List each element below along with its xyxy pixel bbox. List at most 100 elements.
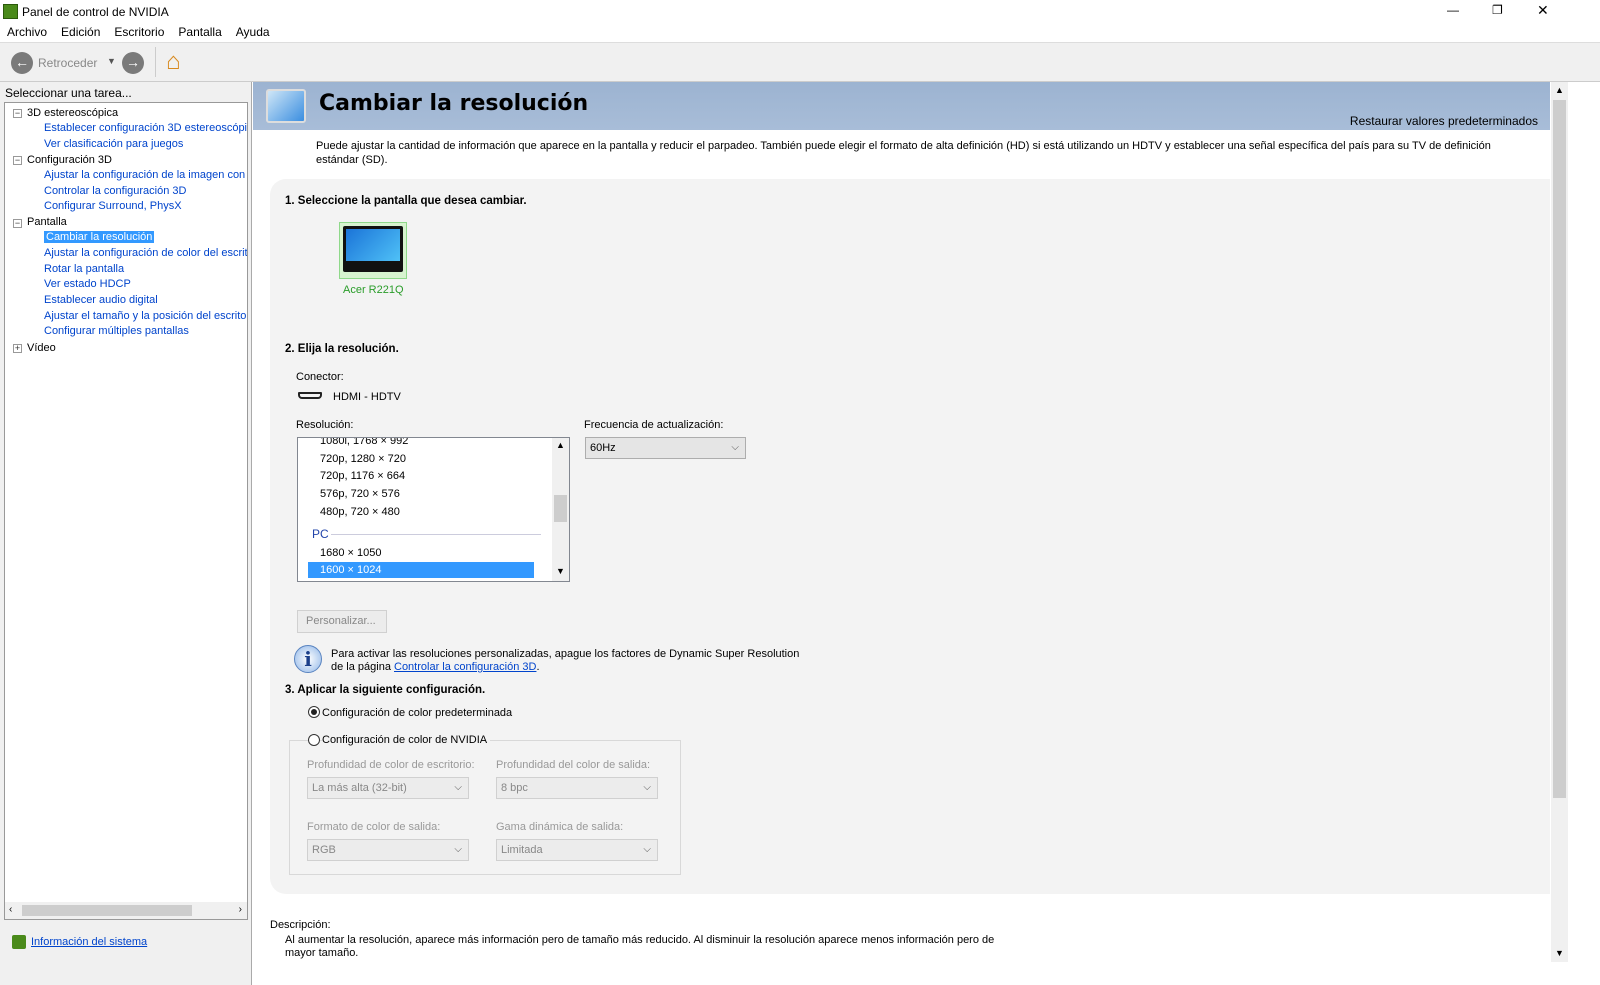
tree-item[interactable]: Ajustar la configuración de la imagen co… — [44, 169, 247, 181]
menu-pantalla[interactable]: Pantalla — [178, 25, 221, 39]
list-scrollbar[interactable]: ▲ ▼ — [552, 438, 569, 581]
tree-item[interactable]: Configurar múltiples pantallas — [44, 325, 189, 337]
horizontal-scrollbar[interactable]: ‹ › — [5, 902, 247, 919]
page-scrollbar[interactable]: ▲ ▼ — [1551, 82, 1568, 962]
page-intro: Puede ajustar la cantidad de información… — [316, 140, 1491, 166]
collapse-icon[interactable]: − — [13, 109, 22, 118]
tree-category[interactable]: 3D estereoscópica — [27, 107, 118, 119]
output-depth-dropdown[interactable]: 8 bpc ⌵ — [496, 777, 658, 799]
restore-defaults-link[interactable]: Restaurar valores predeterminados — [1350, 114, 1538, 128]
tree-item[interactable]: Ver estado HDCP — [44, 278, 131, 290]
tree-item[interactable]: Establecer audio digital — [44, 294, 158, 306]
default-color-label[interactable]: Configuración de color predeterminada — [322, 707, 512, 719]
color-format-dropdown[interactable]: RGB ⌵ — [307, 839, 469, 861]
group-divider — [331, 534, 541, 535]
scroll-up-icon[interactable]: ▲ — [1555, 85, 1564, 95]
task-pane-header: Seleccionar una tarea... — [5, 86, 132, 100]
back-arrow-icon: ← — [15, 54, 29, 70]
menu-ayuda[interactable]: Ayuda — [236, 25, 270, 39]
tree-item[interactable]: Rotar la pantalla — [44, 263, 124, 275]
pc-group-header: PC — [312, 527, 329, 541]
color-format-value: RGB — [312, 844, 336, 856]
step1-heading: 1. Seleccione la pantalla que desea camb… — [285, 195, 527, 207]
customize-button[interactable]: Personalizar... — [297, 610, 387, 633]
refresh-rate-dropdown[interactable]: 60Hz ⌵ — [585, 437, 746, 459]
tree-item[interactable]: Controlar la configuración 3D — [44, 185, 186, 197]
collapse-icon[interactable]: − — [13, 156, 22, 165]
info-icon: i — [294, 645, 322, 673]
scroll-thumb[interactable] — [1553, 100, 1566, 798]
toolbar: ← Retroceder ▼ → ⌂ — [0, 42, 1600, 82]
chevron-down-icon: ⌵ — [454, 844, 462, 855]
forward-arrow-icon: → — [126, 54, 140, 70]
task-tree: − 3D estereoscópica Establecer configura… — [4, 102, 248, 920]
back-button[interactable]: ← — [11, 52, 33, 74]
refresh-label: Frecuencia de actualización: — [584, 419, 724, 431]
resolution-option[interactable]: 1680 × 1050 — [320, 547, 381, 559]
resolution-label: Resolución: — [296, 419, 354, 431]
display-selector[interactable] — [339, 222, 407, 279]
control-3d-link[interactable]: Controlar la configuración 3D — [394, 661, 536, 673]
expand-icon[interactable]: + — [13, 344, 22, 353]
resolution-list[interactable]: 1080i, 1768 × 992 720p, 1280 × 720 720p,… — [297, 437, 570, 582]
page-header: Cambiar la resolución Restaurar valores … — [253, 82, 1550, 130]
nvidia-color-radio[interactable] — [308, 734, 320, 746]
step3-heading: 3. Aplicar la siguiente configuración. — [285, 684, 486, 696]
menu-escritorio[interactable]: Escritorio — [114, 25, 164, 39]
resolution-option[interactable]: 720p, 1280 × 720 — [320, 453, 406, 465]
menu-archivo[interactable]: Archivo — [7, 25, 47, 39]
restore-button[interactable]: ❐ — [1492, 3, 1503, 17]
color-format-label: Formato de color de salida: — [307, 821, 441, 833]
title-bar: Panel de control de NVIDIA — ❐ ✕ — [0, 0, 1600, 24]
resolution-option-selected[interactable]: 1600 × 1024 — [308, 562, 534, 578]
page-title: Cambiar la resolución — [319, 91, 589, 116]
dynamic-range-value: Limitada — [501, 844, 543, 856]
scroll-down-icon[interactable]: ▼ — [556, 566, 565, 576]
resolution-option[interactable]: 480p, 720 × 480 — [320, 506, 400, 518]
resolution-option[interactable]: 576p, 720 × 576 — [320, 488, 400, 500]
tree-category[interactable]: Pantalla — [27, 216, 67, 228]
tree-item[interactable]: Establecer configuración 3D estereoscópi… — [44, 122, 247, 134]
scroll-up-icon[interactable]: ▲ — [556, 440, 565, 450]
output-depth-value: 8 bpc — [501, 782, 528, 794]
tree-category[interactable]: Configuración 3D — [27, 154, 112, 166]
close-button[interactable]: ✕ — [1537, 2, 1549, 19]
tree-item-selected[interactable]: Cambiar la resolución — [44, 231, 155, 243]
system-info-link[interactable]: Información del sistema — [31, 936, 147, 948]
scroll-thumb[interactable] — [554, 495, 567, 522]
scroll-down-icon[interactable]: ▼ — [1555, 948, 1564, 958]
default-color-radio[interactable] — [308, 706, 320, 718]
selected-resolution-label: 1600 × 1024 — [320, 564, 382, 576]
nvidia-color-label[interactable]: Configuración de color de NVIDIA — [322, 734, 491, 746]
chevron-down-icon: ⌵ — [643, 844, 651, 855]
connector-value: HDMI - HDTV — [333, 391, 401, 403]
hdmi-icon — [298, 392, 322, 399]
description-text: Al aumentar la resolución, aparece más i… — [285, 934, 995, 959]
resolution-option[interactable]: 1080i, 1768 × 992 — [320, 438, 408, 447]
display-settings-icon — [266, 89, 306, 123]
menu-edicion[interactable]: Edición — [61, 25, 100, 39]
home-button[interactable]: ⌂ — [166, 48, 181, 76]
minimize-button[interactable]: — — [1447, 3, 1459, 17]
info-text-prefix: de la página — [331, 661, 394, 673]
content-pane: Cambiar la resolución Restaurar valores … — [253, 82, 1568, 985]
dynamic-range-dropdown[interactable]: Limitada ⌵ — [496, 839, 658, 861]
desktop-depth-dropdown[interactable]: La más alta (32-bit) ⌵ — [307, 777, 469, 799]
window-title: Panel de control de NVIDIA — [22, 5, 169, 19]
tree-item[interactable]: Ajustar la configuración de color del es… — [44, 247, 247, 259]
nvidia-logo-icon — [3, 4, 18, 19]
refresh-rate-value: 60Hz — [590, 442, 616, 454]
tree-item[interactable]: Ajustar el tamaño y la posición del escr… — [44, 310, 247, 322]
back-dropdown-icon[interactable]: ▼ — [107, 56, 116, 66]
forward-button[interactable]: → — [122, 52, 144, 74]
back-label[interactable]: Retroceder — [38, 56, 97, 70]
display-name[interactable]: Acer R221Q — [343, 284, 404, 296]
tree-item[interactable]: Configurar Surround, PhysX — [44, 200, 182, 212]
desktop-depth-label: Profundidad de color de escritorio: — [307, 759, 475, 771]
chevron-down-icon: ⌵ — [454, 782, 462, 793]
collapse-icon[interactable]: − — [13, 219, 22, 228]
resolution-option[interactable]: 720p, 1176 × 664 — [320, 470, 405, 482]
customize-label: Personalizar... — [306, 615, 376, 627]
tree-item[interactable]: Ver clasificación para juegos — [44, 138, 183, 150]
tree-category[interactable]: Vídeo — [27, 342, 56, 354]
